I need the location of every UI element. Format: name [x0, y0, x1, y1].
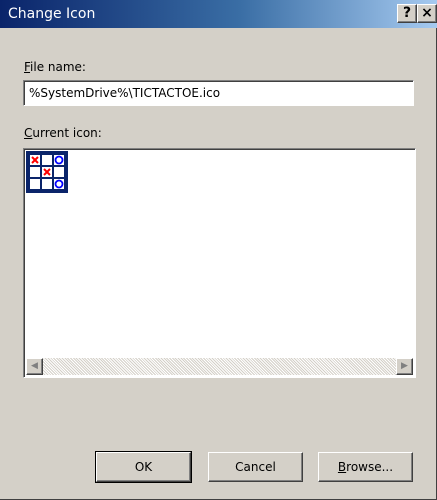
- close-button[interactable]: ×: [417, 4, 437, 23]
- help-icon: ?: [402, 5, 412, 21]
- right-arrow-icon: ▶: [401, 361, 408, 371]
- icon-list-item[interactable]: [26, 151, 68, 193]
- scroll-right-button[interactable]: ▶: [396, 358, 413, 375]
- browse-rest: rowse...: [346, 460, 394, 474]
- current-icon-label-rest: urrent icon:: [32, 126, 102, 140]
- ok-button[interactable]: OK: [95, 451, 192, 483]
- icon-list[interactable]: ◀ ▶: [23, 148, 416, 378]
- icon-board-cell: [42, 155, 52, 165]
- left-arrow-icon: ◀: [31, 361, 38, 371]
- browse-accel: B: [337, 460, 347, 474]
- icon-board-cell: [30, 167, 40, 177]
- close-icon: ×: [421, 5, 433, 21]
- window-title: Change Icon: [8, 6, 96, 22]
- change-icon-dialog: Change Icon ? × File name: %SystemDrive%…: [0, 0, 437, 500]
- icon-board-cell: [54, 167, 64, 177]
- title-bar[interactable]: Change Icon ? ×: [0, 0, 437, 28]
- browse-button[interactable]: Browse...: [318, 452, 413, 482]
- icon-board-cell: [30, 179, 40, 189]
- icon-board-cell: [42, 179, 52, 189]
- scroll-left-button[interactable]: ◀: [26, 358, 43, 375]
- file-name-label: File name:: [24, 60, 86, 74]
- cancel-button[interactable]: Cancel: [208, 452, 303, 482]
- help-button[interactable]: ?: [397, 4, 417, 23]
- file-name-input[interactable]: %SystemDrive%\TICTACTOE.ico: [23, 80, 414, 106]
- tictactoe-icon: [29, 154, 65, 190]
- file-name-label-rest: ile name:: [30, 60, 86, 74]
- horizontal-scrollbar[interactable]: ◀ ▶: [26, 358, 413, 375]
- current-icon-label: Current icon:: [24, 126, 102, 140]
